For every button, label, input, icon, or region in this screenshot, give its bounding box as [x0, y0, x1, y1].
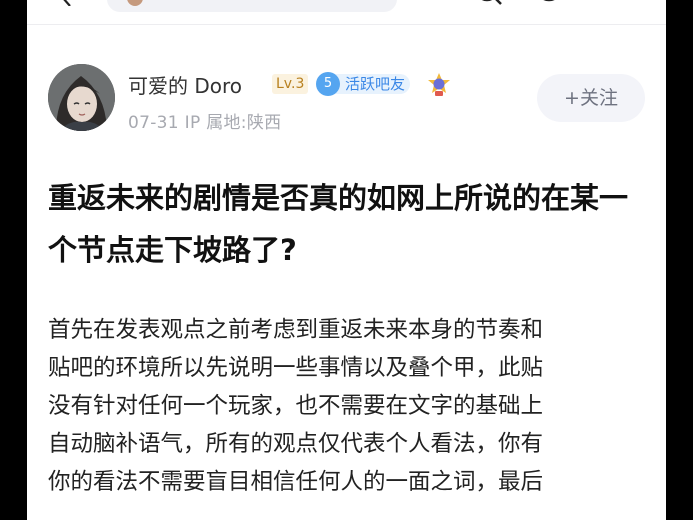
- medal-icon: [428, 73, 450, 96]
- level-badge: Lv.3: [272, 74, 309, 94]
- phone-screen: 可爱的 Doro Lv.3 活跃吧友 5 07-31 IP 属地:陕西 +关注 …: [27, 0, 666, 520]
- body-line: 贴吧的环境所以先说明一些事情以及叠个甲，此贴: [48, 355, 544, 381]
- author-avatar[interactable]: [48, 64, 115, 131]
- top-bar: [27, 0, 666, 24]
- post-meta: 07-31 IP 属地:陕西: [128, 108, 281, 133]
- active-member-badge: 活跃吧友 5: [316, 72, 420, 96]
- search-icon[interactable]: [471, 0, 507, 8]
- body-line: 没有针对任何一个玩家，也不需要在文字的基础上: [48, 393, 544, 419]
- post-body: 首先在发表观点之前考虑到重返未来本身的节奏和 贴吧的环境所以先说明一些事情以及叠…: [48, 311, 648, 501]
- body-line: 首先在发表观点之前考虑到重返未来本身的节奏和: [48, 317, 544, 343]
- body-line: 你的看法不需要盲目相信任何人的一面之词，最后: [48, 469, 544, 495]
- follow-button[interactable]: +关注: [537, 74, 645, 122]
- search-bar[interactable]: [107, 0, 397, 12]
- post-title: 重返未来的剧情是否真的如网上所说的在某一个节点走下坡路了?: [48, 181, 629, 267]
- author-name[interactable]: 可爱的 Doro: [128, 70, 242, 99]
- more-icon[interactable]: [532, 0, 566, 8]
- ip-location: IP 属地:陕西: [184, 113, 282, 133]
- active-badge-number: 5: [316, 72, 340, 96]
- active-badge-label: 活跃吧友: [332, 74, 410, 94]
- body-line: 自动脑补语气，所有的观点仅代表个人看法，你有: [48, 431, 544, 457]
- back-arrow-icon[interactable]: [59, 0, 75, 6]
- post-date: 07-31: [128, 113, 179, 133]
- top-divider: [27, 24, 666, 25]
